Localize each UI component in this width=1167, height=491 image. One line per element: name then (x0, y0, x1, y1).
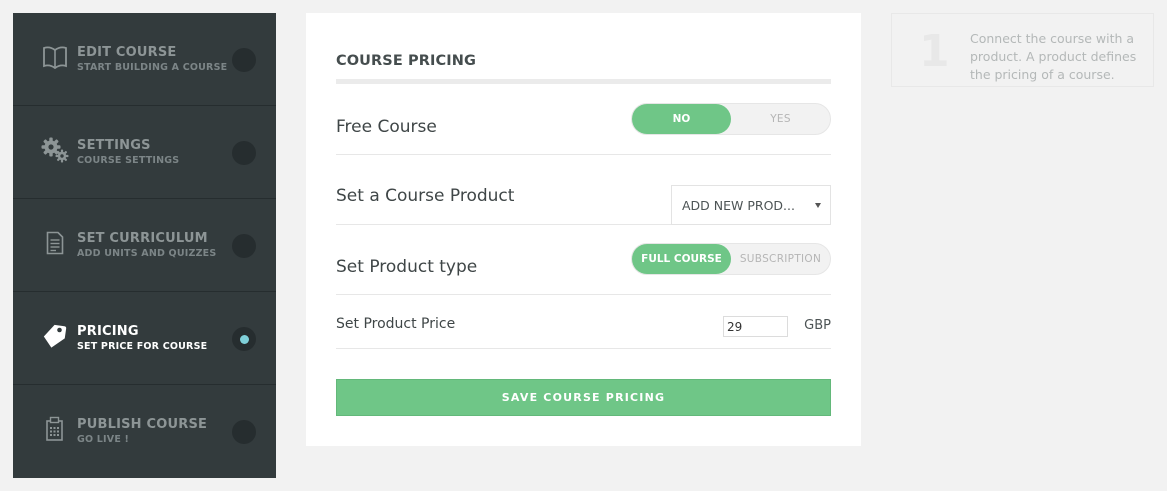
price-tag-icon (41, 322, 69, 350)
step-title: PRICING (77, 324, 139, 339)
active-indicator (239, 334, 249, 344)
free-course-row: Free Course NO YES (336, 103, 831, 155)
product-price-label: Set Product Price (336, 316, 456, 332)
step-title: SET CURRICULUM (77, 231, 208, 246)
book-icon (41, 43, 69, 71)
free-course-toggle[interactable]: NO YES (631, 103, 831, 135)
course-pricing-panel: COURSE PRICING Free Course NO YES Set a … (306, 13, 861, 446)
product-type-subscription-option[interactable]: SUBSCRIPTION (731, 244, 830, 274)
step-pricing[interactable]: PRICING SET PRICE FOR COURSE (13, 292, 276, 385)
course-product-select[interactable]: ADD NEW PROD... (671, 185, 831, 225)
step-title: SETTINGS (77, 138, 151, 153)
hint-step-number: 1 (919, 26, 950, 77)
course-product-row: Set a Course Product ADD NEW PROD... (336, 185, 831, 225)
course-product-selected-value: ADD NEW PROD... (682, 197, 795, 213)
step-subtitle: START BUILDING A COURSE (77, 62, 228, 73)
free-course-yes-option[interactable]: YES (731, 104, 830, 134)
step-status-dot-active (232, 327, 256, 351)
step-subtitle: COURSE SETTINGS (77, 155, 180, 166)
product-type-label: Set Product type (336, 257, 478, 277)
product-type-full-course-option[interactable]: FULL COURSE (632, 244, 731, 274)
step-set-curriculum[interactable]: SET CURRICULUM ADD UNITS AND QUIZZES (13, 199, 276, 292)
save-course-pricing-button[interactable]: SAVE COURSE PRICING (336, 379, 831, 416)
step-subtitle: ADD UNITS AND QUIZZES (77, 248, 217, 259)
panel-title: COURSE PRICING (336, 53, 476, 69)
step-status-dot (232, 420, 256, 444)
course-product-label: Set a Course Product (336, 186, 515, 206)
hint-text: Connect the course with a product. A pro… (970, 31, 1137, 82)
step-subtitle: GO LIVE ! (77, 434, 130, 445)
step-hint-box: 1 Connect the course with a product. A p… (891, 13, 1154, 87)
step-status-dot (232, 48, 256, 72)
chevron-down-icon (815, 203, 821, 208)
free-course-label: Free Course (336, 117, 437, 137)
step-subtitle: SET PRICE FOR COURSE (77, 341, 208, 352)
product-type-row: Set Product type FULL COURSE SUBSCRIPTIO… (336, 243, 831, 295)
step-title: PUBLISH COURSE (77, 417, 208, 432)
step-title: EDIT COURSE (77, 45, 177, 60)
course-steps-sidebar: EDIT COURSE START BUILDING A COURSE SETT… (13, 13, 276, 478)
gears-icon (41, 136, 69, 164)
step-status-dot (232, 234, 256, 258)
product-type-toggle[interactable]: FULL COURSE SUBSCRIPTION (631, 243, 831, 275)
currency-label: GBP (804, 318, 831, 333)
step-edit-course[interactable]: EDIT COURSE START BUILDING A COURSE (13, 13, 276, 106)
product-price-input[interactable] (723, 316, 788, 337)
document-icon (41, 229, 69, 257)
clipboard-icon (41, 415, 69, 443)
step-publish-course[interactable]: PUBLISH COURSE GO LIVE ! (13, 385, 276, 477)
step-status-dot (232, 141, 256, 165)
title-divider (336, 79, 831, 84)
step-settings[interactable]: SETTINGS COURSE SETTINGS (13, 106, 276, 199)
product-price-row: Set Product Price GBP (336, 316, 831, 349)
free-course-no-option[interactable]: NO (632, 104, 731, 134)
